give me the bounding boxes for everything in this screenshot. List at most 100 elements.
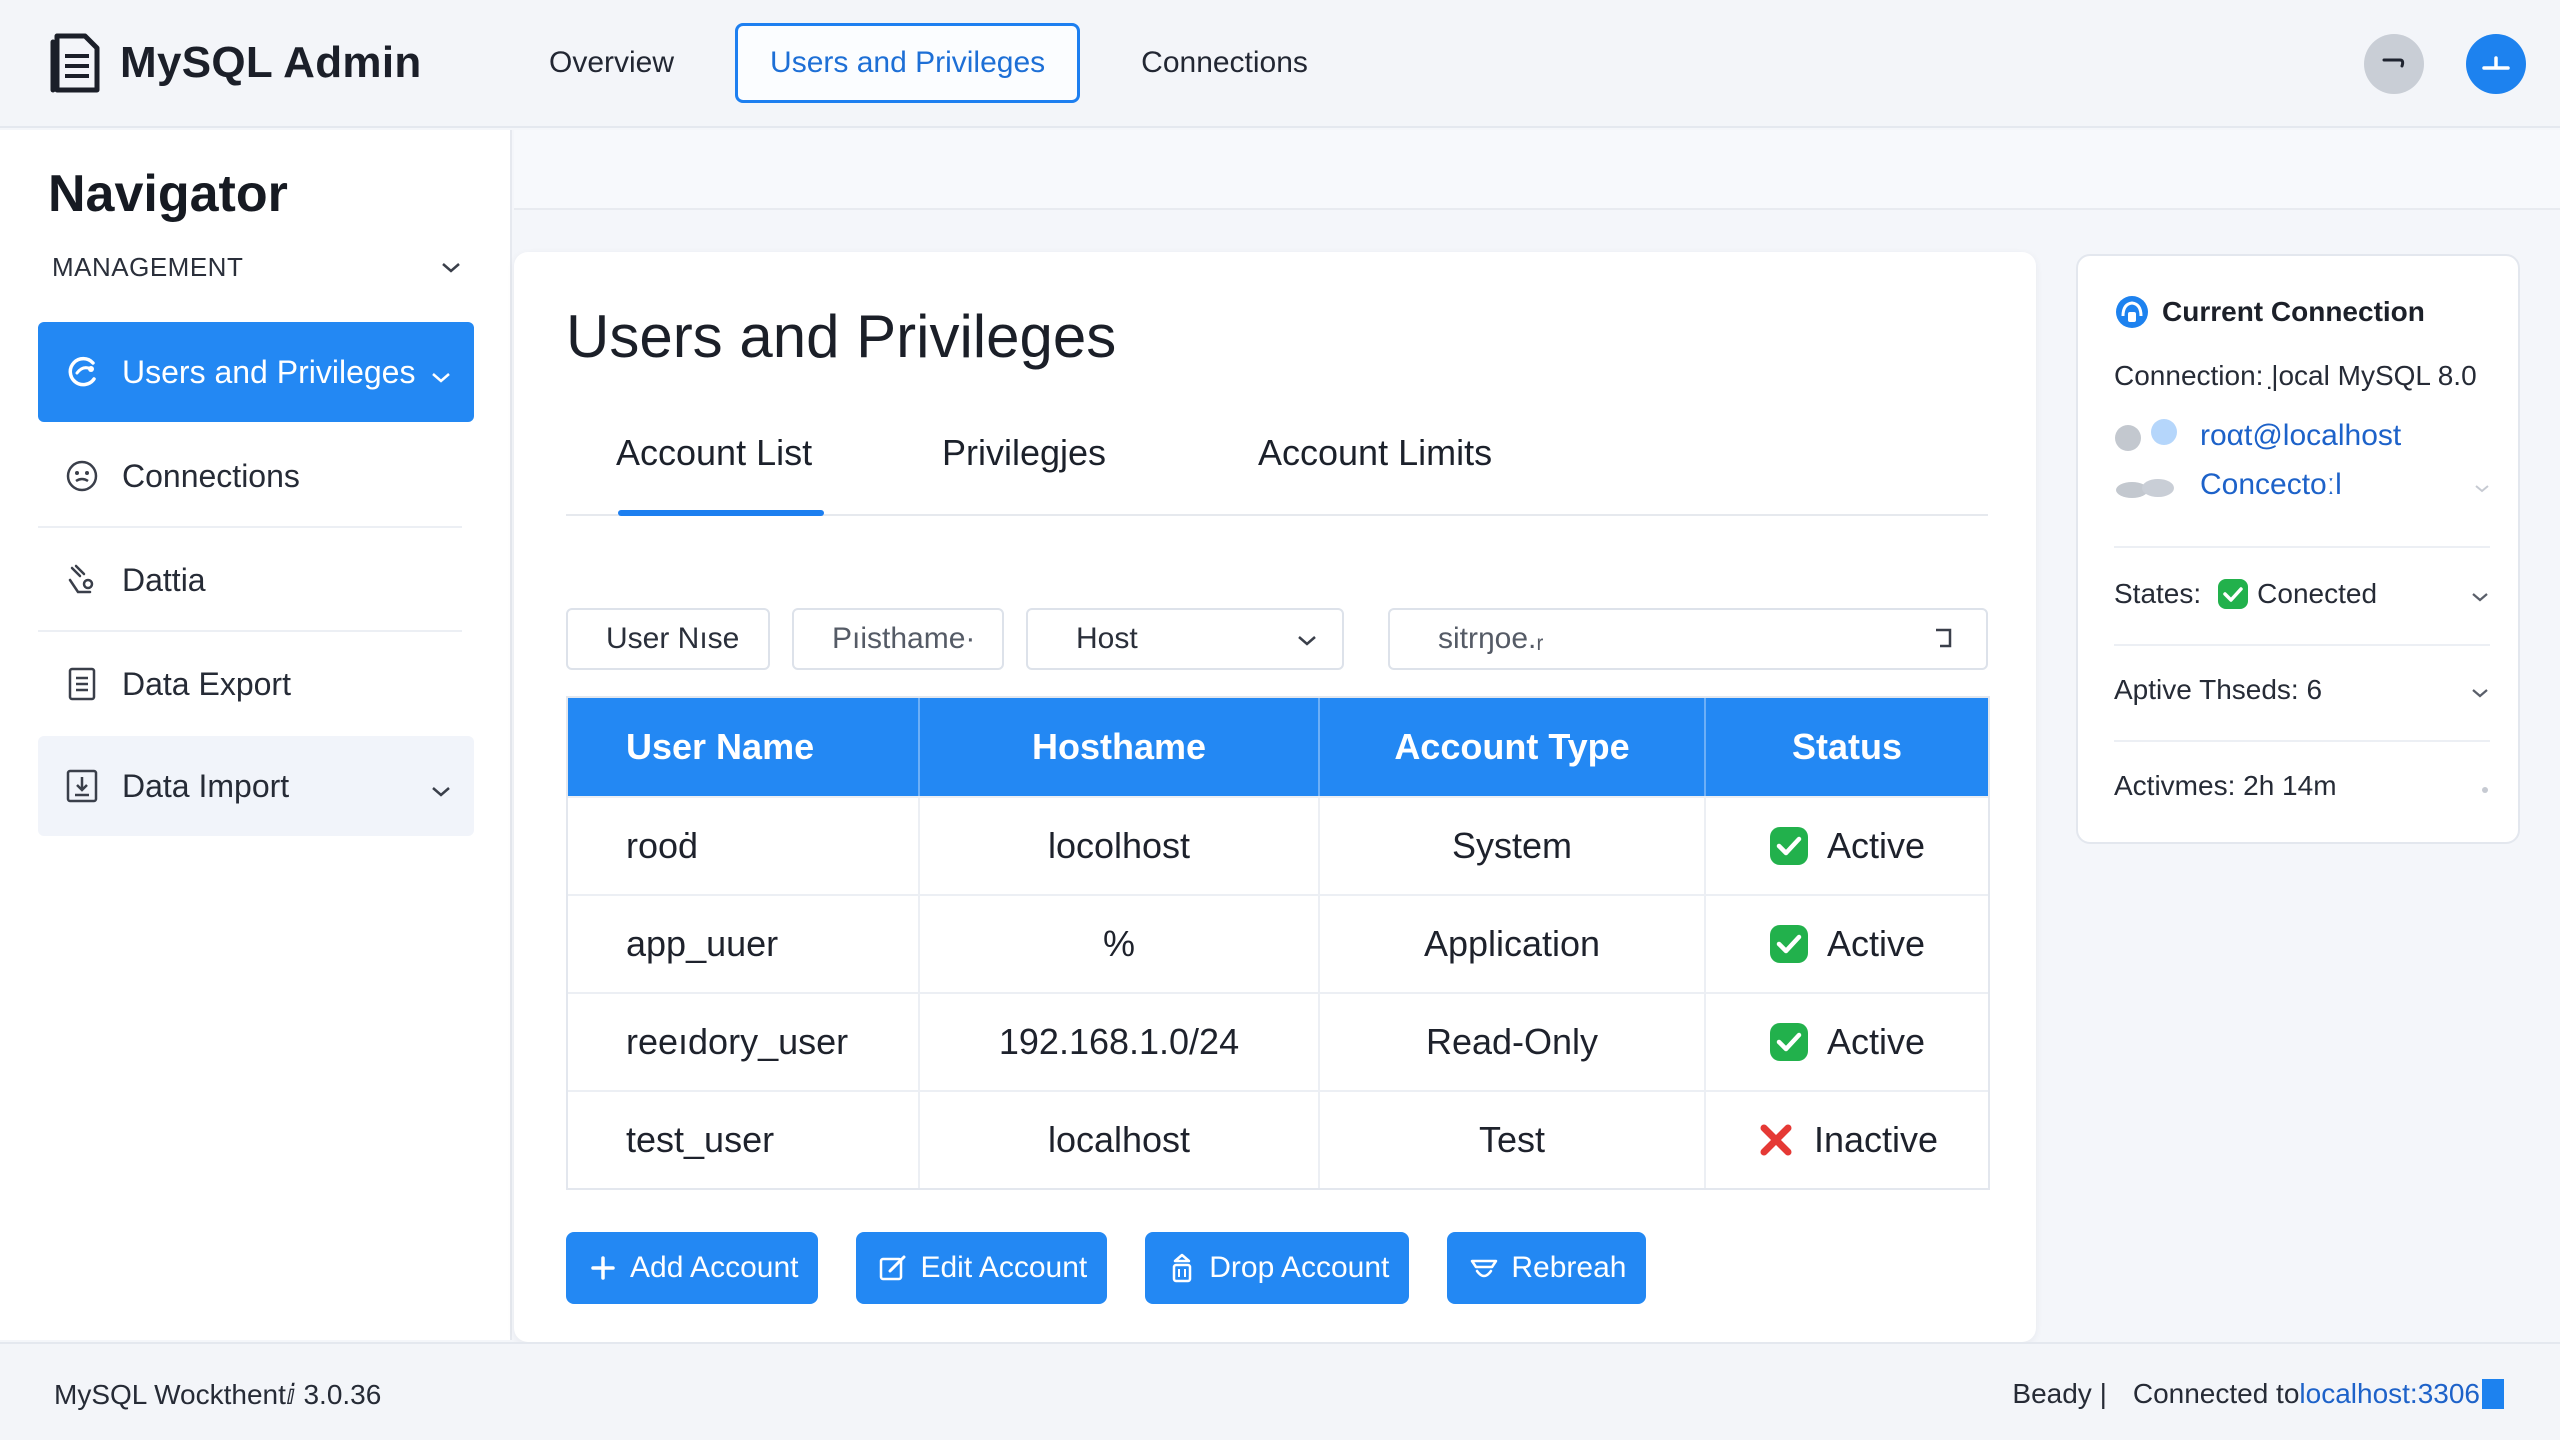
cell-status: Active <box>1706 798 1988 894</box>
connected-user[interactable]: roαt@localhost <box>2114 418 2490 454</box>
sidebar-item-label: Dattia <box>122 561 206 598</box>
status-bar: MySQL Wockthentⅈ 3.0.36 Beady | Connecte… <box>0 1342 2560 1440</box>
cross-icon <box>1756 1120 1796 1160</box>
check-icon <box>1769 826 1809 866</box>
panel-header: Current Connection <box>2114 294 2425 330</box>
table-row[interactable]: app_uuer % Application Active <box>568 894 1988 992</box>
sidebar-item-connections[interactable]: Connections <box>38 426 474 526</box>
data-icon <box>62 560 102 600</box>
import-icon <box>62 766 102 806</box>
sidebar-item-data[interactable]: Dattia <box>38 530 474 630</box>
trash-icon <box>1165 1251 1199 1285</box>
export-icon <box>62 664 102 704</box>
cell-type: Test <box>1320 1092 1706 1188</box>
active-threads: Aptive Thseds: 6 <box>2114 674 2323 705</box>
column-header-hostname[interactable]: Hosthame <box>920 698 1320 796</box>
sidebar-item-data-export[interactable]: Data Export <box>38 634 474 734</box>
chevron-down-icon <box>2470 578 2490 610</box>
tab-account-list[interactable]: Account List <box>616 432 812 474</box>
main-card: Users and Privileges Account List Privil… <box>514 252 2036 1342</box>
sidebar-item-data-import[interactable]: Data Import <box>38 736 474 836</box>
account-button[interactable] <box>2466 34 2526 94</box>
user-name-filter[interactable]: User Nıse <box>566 608 770 670</box>
minimize-button[interactable] <box>2364 34 2424 94</box>
cursor-indicator <box>2482 1379 2504 1409</box>
tab-privileges[interactable]: Privilegjes <box>942 432 1106 474</box>
chevron-down-icon <box>430 770 452 807</box>
table-row[interactable]: rooḋ locolhost System Active <box>568 796 1988 894</box>
top-bar: MySQL Admin Overview Users and Privilege… <box>0 0 2560 128</box>
refresh-button[interactable]: Rebreah <box>1447 1232 1647 1304</box>
connection-status: Beady | Connected to localhost:3306 <box>2012 1378 2504 1410</box>
active-threads-row[interactable]: Aptive Thseds: 6 <box>2114 674 2490 706</box>
document-icon <box>44 30 106 96</box>
hostname-filter[interactable]: Pıisthame· <box>792 608 1004 670</box>
connection-icon <box>2116 296 2148 328</box>
check-icon <box>2217 578 2249 610</box>
cell-user: app_uuer <box>568 896 920 992</box>
refresh-label: Rebreah <box>1511 1251 1627 1284</box>
active-time: Activmes: 2h 14m <box>2114 770 2337 801</box>
host-select[interactable]: Host <box>1026 608 1344 670</box>
connector-link[interactable]: Concectoːl <box>2200 468 2342 502</box>
page-title: Users and Privileges <box>566 303 1117 370</box>
connected-user-link[interactable]: roαt@localhost <box>2200 419 2401 453</box>
sidebar-item-label: Data Export <box>122 665 291 702</box>
cell-type: System <box>1320 798 1706 894</box>
connection-name: Connection: |̣ocal MySQL 8.0 <box>2114 360 2490 392</box>
connected-prefix: Connected to <box>2132 1378 2300 1409</box>
states-label: States: <box>2114 578 2202 609</box>
states-value: Conected <box>2257 578 2378 609</box>
column-header-status[interactable]: Status <box>1706 698 1988 796</box>
sidebar-item-users-and-privileges[interactable]: Users and Privileges <box>38 322 474 422</box>
panel-divider <box>2114 546 2490 548</box>
drop-account-label: Drop Account <box>1209 1251 1390 1284</box>
search-input[interactable]: sitrŋoe.ᵣ <box>1388 608 1988 670</box>
section-label: MANAGEMENT <box>52 252 244 282</box>
top-nav: Overview Users and Privileges Connection… <box>514 23 1369 103</box>
hostname-filter-label: Pıisthame· <box>832 622 976 655</box>
sidebar: Navigator MANAGEMENT Users and Privilege… <box>0 130 512 1340</box>
drop-account-button[interactable]: Drop Account <box>1145 1232 1410 1304</box>
sidebar-item-label: Users and Privileges <box>122 353 416 390</box>
panel-divider <box>2114 740 2490 742</box>
cell-host: % <box>920 896 1320 992</box>
topnav-overview[interactable]: Overview <box>514 23 709 103</box>
check-icon <box>1769 1022 1809 1062</box>
status-text: Active <box>1826 923 1926 964</box>
users-icon <box>62 352 102 392</box>
tab-account-limits[interactable]: Account Limits <box>1258 432 1492 474</box>
column-header-user-name[interactable]: User Name <box>568 698 920 796</box>
cell-status: Inactive <box>1706 1092 1988 1188</box>
topnav-connections[interactable]: Connections <box>1106 23 1343 103</box>
search-action-icon[interactable] <box>1932 626 1956 652</box>
dot-icon <box>2480 770 2490 802</box>
user-avatars-icon <box>2115 419 2177 451</box>
brand[interactable]: MySQL Admin <box>44 30 474 96</box>
topnav-users-and-privileges[interactable]: Users and Privileges <box>735 23 1081 103</box>
sidebar-item-label: Connections <box>122 457 300 494</box>
connected-host: localhost:3306 <box>2299 1378 2480 1409</box>
cell-status: Active <box>1706 994 1988 1090</box>
chevron-down-icon <box>2470 674 2490 706</box>
chevron-down-icon <box>442 262 460 273</box>
column-header-account-type[interactable]: Account Type <box>1320 698 1706 796</box>
states-row[interactable]: States: Conected <box>2114 578 2490 610</box>
search-input-value: sitrŋoe.ᵣ <box>1438 622 1544 655</box>
app-version: MySQL Wockthentⅈ 3.0.36 <box>54 1379 382 1410</box>
table-row[interactable]: test_user localhost Test Inactive <box>568 1090 1988 1188</box>
cell-user: test_user <box>568 1092 920 1188</box>
sidebar-divider <box>38 526 462 528</box>
table-row[interactable]: reeıdory_user 192.168.1.0/24 Read-Only A… <box>568 992 1988 1090</box>
cell-status: Active <box>1706 896 1988 992</box>
cell-type: Read-Only <box>1320 994 1706 1090</box>
edit-account-button[interactable]: Edit Account <box>856 1232 1108 1304</box>
add-account-button[interactable]: Add Account <box>566 1232 819 1304</box>
section-management[interactable]: MANAGEMENT <box>52 252 462 283</box>
active-time-row: Activmes: 2h 14m <box>2114 770 2490 802</box>
active-tab-indicator <box>618 510 824 516</box>
status-text: Active <box>1826 825 1926 866</box>
sidebar-item-label: Data Import <box>122 767 290 804</box>
connection-label: Connection: |̣ocal MySQL 8.0 <box>2114 360 2477 391</box>
connector-row[interactable]: Concectoːl <box>2114 468 2490 502</box>
